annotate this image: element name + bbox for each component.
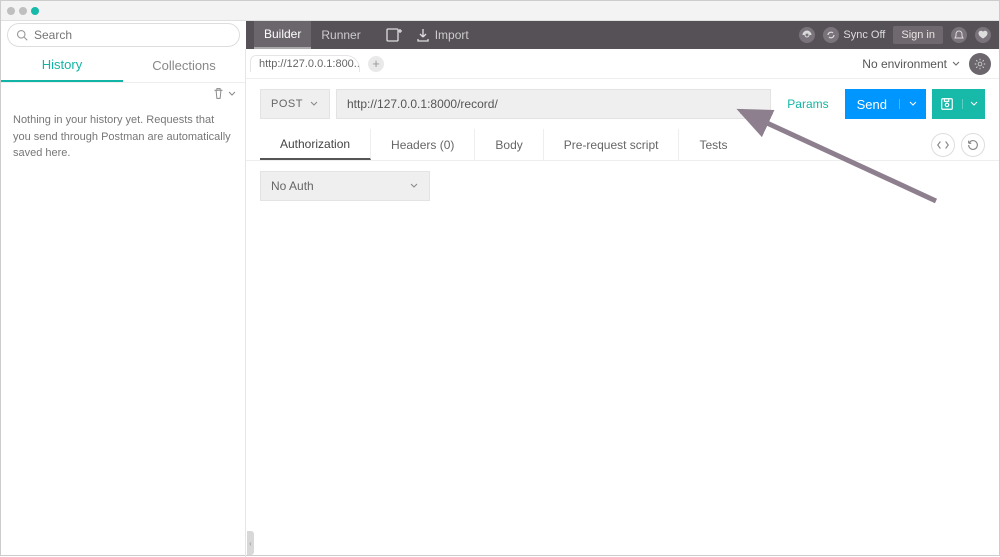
import-label: Import xyxy=(435,28,469,42)
code-view-button[interactable] xyxy=(931,133,955,157)
save-icon xyxy=(932,97,962,111)
save-button[interactable] xyxy=(932,89,985,119)
tab-runner[interactable]: Runner xyxy=(311,21,370,49)
heart-icon[interactable] xyxy=(975,27,991,43)
chevron-down-icon xyxy=(227,89,237,99)
search-container xyxy=(1,21,246,49)
search-input[interactable] xyxy=(34,28,231,42)
sync-icon xyxy=(823,27,839,43)
import-button[interactable]: Import xyxy=(409,27,475,43)
add-request-tab[interactable]: + xyxy=(368,56,384,72)
chevron-down-icon xyxy=(409,181,419,191)
sidebar-tab-collections[interactable]: Collections xyxy=(123,49,245,82)
http-method-label: POST xyxy=(271,98,303,110)
sync-button[interactable]: Sync Off xyxy=(823,27,885,43)
auth-type-label: No Auth xyxy=(271,179,314,193)
main-panel: http://127.0.0.1:800... + No environment… xyxy=(246,49,999,557)
search-icon xyxy=(16,29,28,41)
subtab-tests[interactable]: Tests xyxy=(679,129,747,160)
url-input[interactable] xyxy=(336,89,771,119)
subtab-body[interactable]: Body xyxy=(475,129,543,160)
window-max-dot[interactable] xyxy=(31,7,39,15)
search-box[interactable] xyxy=(7,23,240,47)
environment-label: No environment xyxy=(862,57,947,71)
save-dropdown[interactable] xyxy=(962,99,985,109)
window-close-dot[interactable] xyxy=(7,7,15,15)
send-button[interactable]: Send xyxy=(845,89,926,119)
sidebar: History Collections Nothing in your hist… xyxy=(1,49,246,557)
clear-history-button[interactable] xyxy=(212,87,237,100)
send-label: Send xyxy=(845,97,899,112)
sidebar-resize-handle[interactable]: ‹ xyxy=(247,531,254,555)
satellite-icon[interactable] xyxy=(799,27,815,43)
send-dropdown[interactable] xyxy=(899,99,926,109)
request-tab[interactable]: http://127.0.0.1:800... xyxy=(250,55,360,72)
params-button[interactable]: Params xyxy=(777,97,838,111)
signin-button[interactable]: Sign in xyxy=(893,26,943,44)
subtab-prerequest[interactable]: Pre-request script xyxy=(544,129,680,160)
new-tab-button[interactable] xyxy=(379,26,409,44)
environment-settings-button[interactable] xyxy=(969,53,991,75)
history-empty-message: Nothing in your history yet. Requests th… xyxy=(1,104,245,170)
auth-type-selector[interactable]: No Auth xyxy=(260,171,430,201)
notifications-icon[interactable] xyxy=(951,27,967,43)
window-min-dot[interactable] xyxy=(19,7,27,15)
environment-selector[interactable]: No environment xyxy=(862,57,961,71)
http-method-selector[interactable]: POST xyxy=(260,89,330,119)
sync-label: Sync Off xyxy=(843,29,885,41)
trash-icon xyxy=(212,87,225,100)
subtab-headers[interactable]: Headers (0) xyxy=(371,129,475,160)
sidebar-tab-history[interactable]: History xyxy=(1,49,123,82)
chevron-down-icon xyxy=(309,99,319,109)
window-titlebar xyxy=(1,1,999,21)
reset-button[interactable] xyxy=(961,133,985,157)
tab-builder[interactable]: Builder xyxy=(254,21,311,49)
subtab-authorization[interactable]: Authorization xyxy=(260,129,371,160)
chevron-down-icon xyxy=(951,59,961,69)
top-toolbar: Builder Runner Import Sync Off Sign in xyxy=(246,21,999,49)
